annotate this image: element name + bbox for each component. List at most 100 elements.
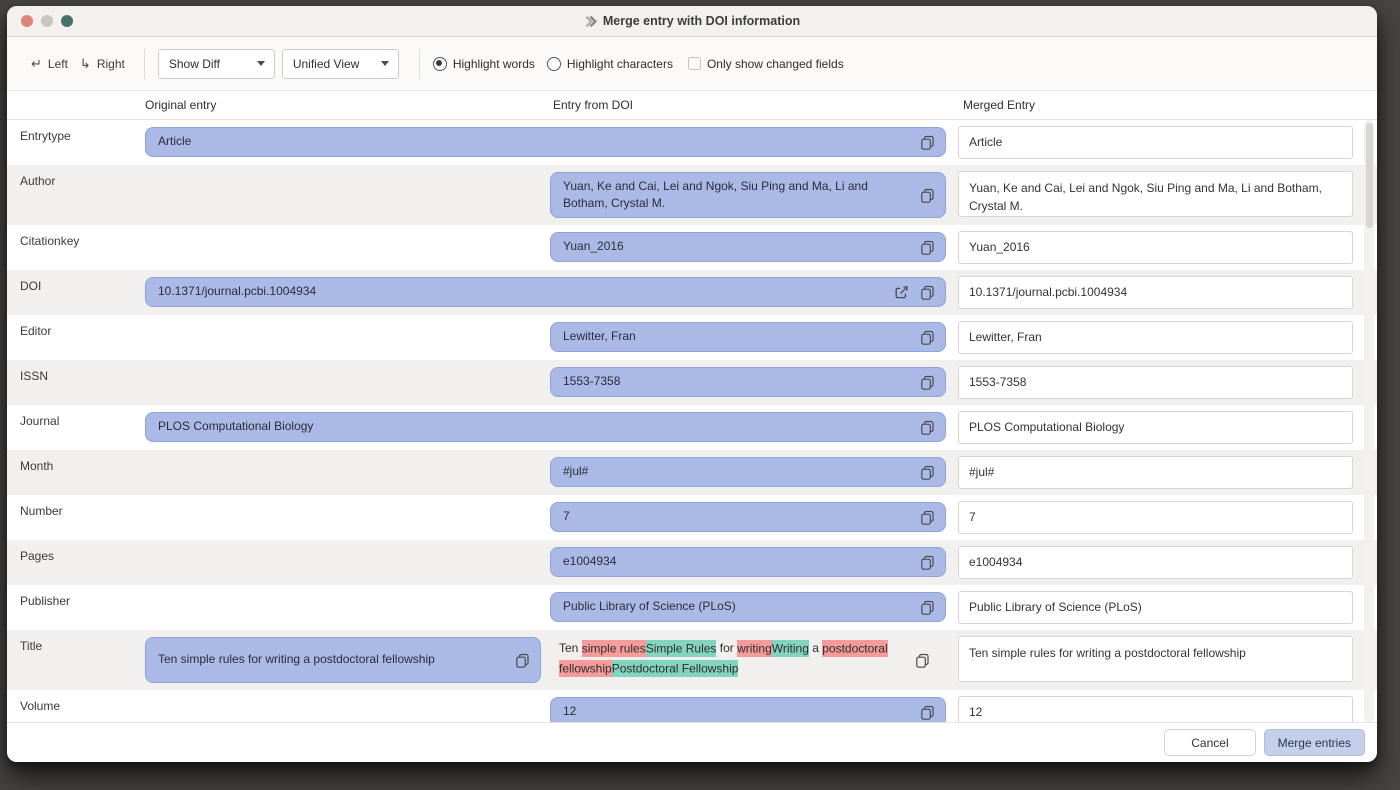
merge-entries-button[interactable]: Merge entries xyxy=(1264,729,1365,756)
window-title-text: Merge entry with DOI information xyxy=(603,14,800,28)
highlight-words-label: Highlight words xyxy=(453,57,535,71)
publisher-merged-field[interactable]: Public Library of Science (PLoS) xyxy=(958,591,1353,624)
only-changed-option[interactable]: Only show changed fields xyxy=(688,57,844,71)
editor-merged-field[interactable]: Lewitter, Fran xyxy=(958,321,1353,354)
doi-merged-field[interactable]: 10.1371/journal.pcbi.1004934 xyxy=(958,276,1353,309)
title-original-pill[interactable]: Ten simple rules for writing a postdocto… xyxy=(145,637,541,683)
scrollbar-thumb[interactable] xyxy=(1366,123,1373,228)
close-window-button[interactable] xyxy=(21,15,33,27)
pill-text: Ten simple rules for writing a postdocto… xyxy=(158,651,435,668)
volume-merged-field[interactable]: 12 xyxy=(958,696,1353,722)
field-row-volume: Volume1212 xyxy=(7,690,1377,722)
select-left-button[interactable]: ↵ Left xyxy=(25,52,74,76)
field-row-editor: EditorLewitter, FranLewitter, Fran xyxy=(7,315,1377,360)
number-value-pill[interactable]: 7 xyxy=(550,502,946,532)
field-label-citationkey: Citationkey xyxy=(20,234,79,248)
minimize-window-button[interactable] xyxy=(41,15,53,27)
vertical-scrollbar[interactable] xyxy=(1364,120,1374,722)
entrytype-value-pill[interactable]: Article xyxy=(145,127,946,157)
diff-view-value: Unified View xyxy=(293,57,359,71)
journal-value-pill[interactable]: PLOS Computational Biology xyxy=(145,412,946,442)
highlight-words-option[interactable]: Highlight words xyxy=(433,57,535,71)
citationkey-value-pill[interactable]: Yuan_2016 xyxy=(550,232,946,262)
issn-merged-field[interactable]: 1553-7358 xyxy=(958,366,1353,399)
copy-icon[interactable] xyxy=(919,374,935,390)
select-right-label: Right xyxy=(97,57,125,71)
title-merged-field[interactable]: Ten simple rules for writing a postdocto… xyxy=(958,636,1353,682)
dialog-footer: Cancel Merge entries xyxy=(7,722,1377,762)
doi-value-pill[interactable]: 10.1371/journal.pcbi.1004934 xyxy=(145,277,946,307)
open-external-link-icon[interactable] xyxy=(893,284,909,300)
journal-merged-field[interactable]: PLOS Computational Biology xyxy=(958,411,1353,444)
zoom-window-button[interactable] xyxy=(61,15,73,27)
pill-text: 1553-7358 xyxy=(563,373,620,390)
number-merged-field[interactable]: 7 xyxy=(958,501,1353,534)
author-value-pill[interactable]: Yuan, Ke and Cai, Lei and Ngok, Siu Ping… xyxy=(550,172,946,218)
window-controls xyxy=(21,15,73,27)
field-row-doi: DOI10.1371/journal.pcbi.100493410.1371/j… xyxy=(7,270,1377,315)
copy-icon[interactable] xyxy=(914,652,930,668)
editor-value-pill[interactable]: Lewitter, Fran xyxy=(550,322,946,352)
copy-icon[interactable] xyxy=(919,187,935,203)
diff-segment-ins: Writing xyxy=(772,640,809,657)
field-label-number: Number xyxy=(20,504,63,518)
author-merged-field[interactable]: Yuan, Ke and Cai, Lei and Ngok, Siu Ping… xyxy=(958,171,1353,217)
toolbar-separator xyxy=(419,49,420,79)
pill-text: Yuan, Ke and Cai, Lei and Ngok, Siu Ping… xyxy=(563,178,899,213)
pill-text: Public Library of Science (PLoS) xyxy=(563,598,736,615)
title-doi-diff-cell[interactable]: Ten simple rulesSimple Rules for writing… xyxy=(550,630,946,690)
pages-value-pill[interactable]: e1004934 xyxy=(550,547,946,577)
copy-icon[interactable] xyxy=(919,329,935,345)
titlebar: Merge entry with DOI information xyxy=(7,6,1377,37)
field-row-month: Month #jul# #jul# xyxy=(7,450,1377,495)
column-headers: Original entry Entry from DOI Merged Ent… xyxy=(7,91,1377,120)
cancel-button[interactable]: Cancel xyxy=(1164,729,1255,756)
pill-text: e1004934 xyxy=(563,553,616,570)
issn-value-pill[interactable]: 1553-7358 xyxy=(550,367,946,397)
pill-text: Article xyxy=(158,133,191,150)
month-value-pill[interactable]: #jul# xyxy=(550,457,946,487)
diff-segment-del: writing xyxy=(737,640,772,657)
copy-icon[interactable] xyxy=(919,284,935,300)
field-label-issn: ISSN xyxy=(20,369,48,383)
field-label-publisher: Publisher xyxy=(20,594,70,608)
pill-text: Lewitter, Fran xyxy=(563,328,636,345)
pages-merged-field[interactable]: e1004934 xyxy=(958,546,1353,579)
only-changed-checkbox[interactable] xyxy=(688,57,701,70)
copy-icon[interactable] xyxy=(919,464,935,480)
highlight-words-radio[interactable] xyxy=(433,57,447,71)
citationkey-merged-field[interactable]: Yuan_2016 xyxy=(958,231,1353,264)
copy-icon[interactable] xyxy=(919,554,935,570)
diff-mode-value: Show Diff xyxy=(169,57,220,71)
field-row-number: Number 7 7 xyxy=(7,495,1377,540)
entrytype-merged-field[interactable]: Article xyxy=(958,126,1353,159)
copy-icon[interactable] xyxy=(919,599,935,615)
highlight-characters-label: Highlight characters xyxy=(567,57,673,71)
copy-icon[interactable] xyxy=(919,704,935,720)
highlight-characters-radio[interactable] xyxy=(547,57,561,71)
pill-text: 7 xyxy=(563,508,570,525)
merge-icon xyxy=(584,15,597,28)
copy-icon[interactable] xyxy=(919,239,935,255)
field-label-author: Author xyxy=(20,174,55,188)
copy-icon[interactable] xyxy=(514,652,530,668)
diff-view-dropdown[interactable]: Unified View xyxy=(282,49,399,79)
publisher-value-pill[interactable]: Public Library of Science (PLoS) xyxy=(550,592,946,622)
entry-from-doi-header: Entry from DOI xyxy=(553,98,633,112)
copy-icon[interactable] xyxy=(919,509,935,525)
pill-text: #jul# xyxy=(563,463,588,480)
volume-value-pill[interactable]: 12 xyxy=(550,697,946,722)
highlight-characters-option[interactable]: Highlight characters xyxy=(547,57,673,71)
diff-segment-same: for xyxy=(716,641,737,655)
month-merged-field[interactable]: #jul# xyxy=(958,456,1353,489)
field-row-publisher: Publisher Public Library of Science (PLoS… xyxy=(7,585,1377,630)
field-label-month: Month xyxy=(20,459,53,473)
field-row-issn: ISSN 1553-7358 1553-7358 xyxy=(7,360,1377,405)
field-row-title: TitleTen simple rules for writing a post… xyxy=(7,630,1377,690)
select-left-label: Left xyxy=(48,57,68,71)
select-right-button[interactable]: ↳ Right xyxy=(74,52,131,76)
copy-icon[interactable] xyxy=(919,419,935,435)
field-row-pages: Pagese1004934e1004934 xyxy=(7,540,1377,585)
diff-mode-dropdown[interactable]: Show Diff xyxy=(158,49,275,79)
copy-icon[interactable] xyxy=(919,134,935,150)
